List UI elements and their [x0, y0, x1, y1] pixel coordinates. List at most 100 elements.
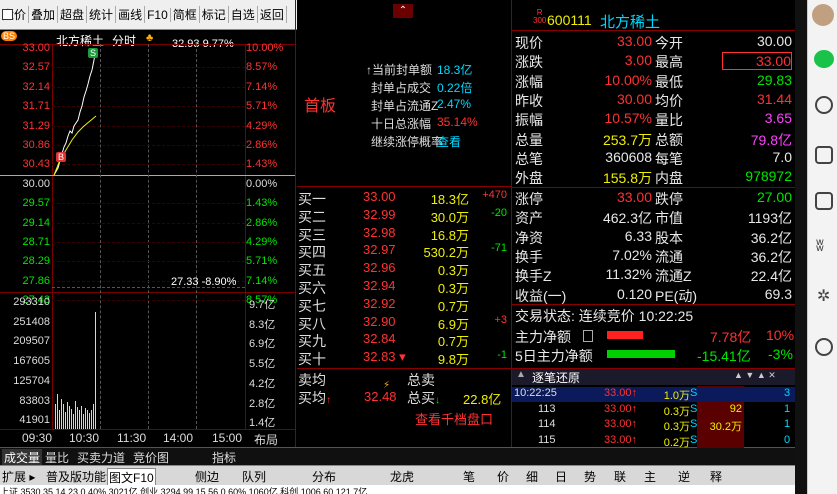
stock-name: 北方稀土	[600, 14, 661, 31]
tab-jingjia[interactable]: 竞价图	[133, 449, 169, 466]
layout-button[interactable]: 布局	[254, 431, 278, 448]
chart-toolbar: 竞价 叠加 超盘 统计 画线 F10 简框 标记 自选 返回	[0, 0, 297, 30]
quote-label: 每笔	[655, 150, 683, 167]
panel-tab[interactable]: 势	[584, 468, 596, 485]
view-depth-link[interactable]: 查看千档盘口	[415, 409, 493, 428]
bid-row[interactable]: 买一 33.00 18.3亿 +470	[297, 189, 511, 207]
price-tick: 32.57	[22, 61, 50, 74]
panel-tab[interactable]: 扩展 ▸	[2, 468, 35, 485]
quote-value: 1193亿	[747, 210, 792, 227]
cube-icon[interactable]	[815, 146, 833, 164]
avatar[interactable]	[812, 4, 834, 26]
main5-net-label: 5日主力净额	[515, 348, 593, 364]
tab-zhibiao[interactable]: 指标	[212, 449, 236, 466]
toolbar-fanhui[interactable]: 返回	[258, 6, 287, 23]
bid-row[interactable]: 买三 32.98 16.8万	[297, 225, 511, 243]
tick-orders: 3	[784, 387, 791, 399]
bid-row[interactable]: 买七 32.92 0.7万	[297, 296, 511, 314]
doc-icon[interactable]	[583, 330, 593, 342]
toolbar-biaoji[interactable]: 标记	[200, 6, 229, 23]
quote-label: 今开	[655, 35, 683, 51]
quote-value: 36.2亿	[750, 248, 792, 265]
price-tick: 27.86	[22, 274, 50, 287]
volume-tick: 209507	[13, 335, 50, 348]
sparkle-icon[interactable]: ✲	[817, 286, 830, 306]
tick-volume: 0.2万	[663, 436, 690, 449]
toolbar-huaxian[interactable]: 画线	[116, 6, 146, 23]
toolbar-zixuan[interactable]: 自选	[229, 6, 258, 23]
bid-row[interactable]: 买四 32.97 530.2万 -71	[297, 242, 511, 260]
toolbar-f10[interactable]: F10	[145, 7, 171, 22]
quote-row: 昨收 30.00 均价 31.44	[512, 91, 795, 110]
panel-tab[interactable]: 释	[710, 468, 722, 485]
panel-tab[interactable]: 分布	[312, 468, 336, 485]
tick-scrollbar[interactable]	[795, 0, 807, 494]
tick-side: S	[690, 387, 698, 399]
quote-value: 360608	[605, 148, 652, 165]
tab-maimai[interactable]: 买卖力道	[77, 449, 125, 466]
panel-tab[interactable]: 笔	[463, 468, 475, 485]
bell-icon[interactable]: ♣	[146, 32, 153, 44]
bid-change: -1	[497, 349, 507, 362]
tick-controls[interactable]: ▲ ▼ ▲ ✕	[734, 370, 776, 381]
toolbar-chaopan[interactable]: 超盘	[58, 6, 88, 23]
panel-tab[interactable]: 联	[614, 468, 626, 485]
time-tick: 11:30	[117, 431, 147, 445]
pct-tick: 5.71%	[246, 100, 278, 113]
quote-value: 10.00%	[604, 71, 652, 88]
bid-row[interactable]: 买九 32.84 0.7万	[297, 331, 511, 349]
tick-count: 30.2万	[709, 421, 742, 433]
bid-volume: 0.7万	[437, 334, 469, 350]
user-icon[interactable]	[815, 96, 833, 114]
tick-orders: 1	[784, 418, 791, 430]
tick-orders: 1	[784, 402, 791, 415]
bid-price: 32.98	[363, 224, 396, 240]
tab-liangbi[interactable]: 量比	[45, 449, 69, 466]
bid-row[interactable]: 买五 32.96 0.3万	[297, 260, 511, 278]
price-tick: 29.57	[22, 197, 50, 210]
quote-label: 昨收	[515, 92, 543, 109]
panel-tab[interactable]: 龙虎	[390, 468, 414, 485]
tab-volume[interactable]: 成交量	[2, 449, 43, 466]
panel-tab[interactable]: 队列	[242, 468, 266, 485]
buy-avg-value: 32.48	[364, 389, 397, 404]
main5-net-bar	[607, 350, 675, 358]
panel-tab[interactable]: 细	[526, 468, 538, 485]
collapse-button[interactable]: ⌃	[393, 4, 413, 18]
compass-icon[interactable]	[815, 338, 833, 356]
toolbar-jiankuang[interactable]: 简框	[171, 6, 200, 23]
bid-row[interactable]: 买十 32.83 ▾ 9.8万 -1	[297, 349, 511, 367]
limit-label: 封单占成交	[371, 81, 432, 95]
indicator-tabs: 成交量 量比 买卖力道 竞价图 指标	[0, 447, 807, 466]
panel-tab[interactable]: 日	[555, 468, 567, 485]
pct-tick: 4.29%	[246, 119, 278, 132]
amount-tick: 9.7亿	[249, 299, 276, 311]
panel-tab[interactable]: 逆	[678, 468, 690, 485]
box-icon[interactable]	[815, 192, 833, 210]
panel-tab[interactable]: 主	[644, 468, 656, 485]
butterfly-icon[interactable]: ʬ	[816, 238, 824, 256]
limit-label: ↑当前封单额	[366, 63, 433, 77]
panel-tab[interactable]: 侧边	[195, 468, 219, 485]
toolbar-tongji[interactable]: 统计	[87, 6, 117, 23]
wechat-icon[interactable]	[814, 50, 834, 68]
toolbar-diejia[interactable]: 叠加	[29, 6, 59, 23]
checkbox-icon[interactable]	[2, 9, 13, 20]
quote-row: 总量 253.7万 总额 79.8亿	[512, 130, 795, 149]
bid-row[interactable]: 买六 32.94 0.3万	[297, 278, 511, 296]
quote-value: 31.44	[756, 90, 792, 107]
quote-label: 涨停	[515, 191, 543, 207]
total-buy-label: 总买↓	[407, 390, 440, 406]
tick-expand-icon[interactable]: ▲	[516, 369, 526, 380]
quote-value: 3.00	[624, 52, 652, 69]
main-net-pct: 10%	[766, 327, 795, 343]
bid-row[interactable]: 买二 32.99 30.0万 -20	[297, 207, 511, 225]
quote-row: 涨停 33.00 跌停 27.00	[512, 189, 795, 208]
bid-price: 32.84	[363, 331, 396, 347]
panel-tab[interactable]: 价	[497, 468, 509, 485]
bs-badge: BS	[1, 31, 18, 41]
bid-row[interactable]: 买八 32.90 6.9万 +3	[297, 314, 511, 332]
quote-label: 资产	[515, 210, 543, 227]
limit-value[interactable]: 查看	[437, 133, 461, 150]
pct-tick: 1.43%	[246, 197, 278, 210]
